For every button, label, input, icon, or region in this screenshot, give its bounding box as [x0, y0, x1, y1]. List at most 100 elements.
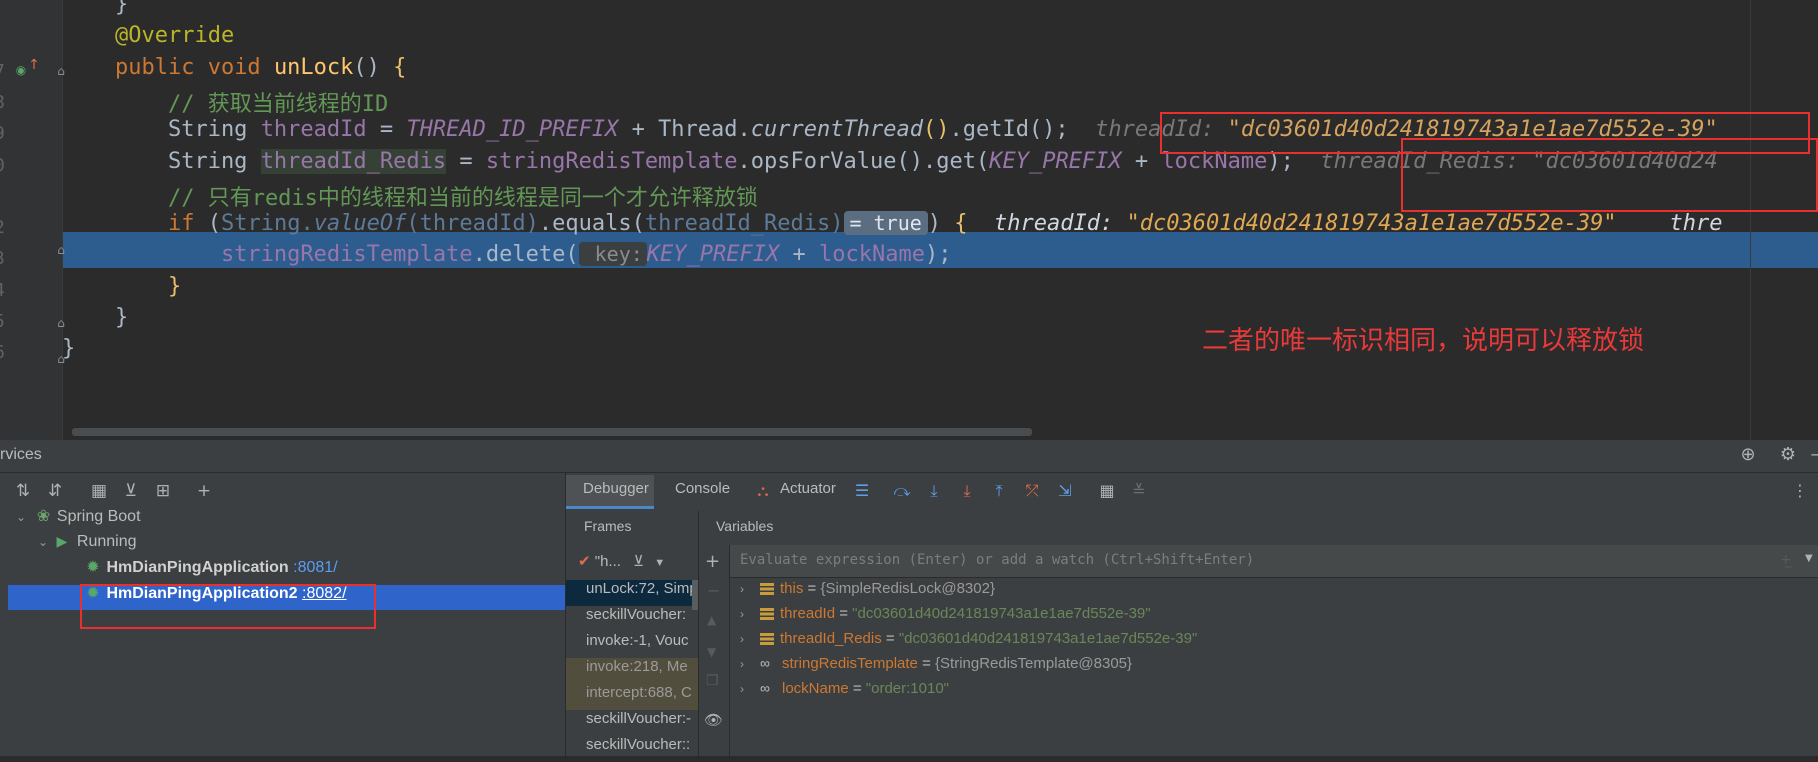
- field-icon: [760, 608, 774, 621]
- new-tab-icon[interactable]: ⊞: [152, 480, 174, 502]
- fold-if-icon[interactable]: ⌂: [54, 243, 68, 257]
- more-icon[interactable]: ⋮: [1790, 481, 1810, 501]
- variable-row[interactable]: › threadId_Redis = "dc03601d40d241819743a…: [740, 630, 1197, 655]
- frame-item[interactable]: seckillVoucher::: [566, 736, 698, 762]
- drop-frame-icon[interactable]: ⤱: [1022, 481, 1042, 501]
- code-token: ): [927, 211, 955, 237]
- step-over-icon[interactable]: ⤼: [892, 481, 912, 501]
- minimize-icon[interactable]: –: [1804, 444, 1818, 466]
- code-token: threadId:: [967, 211, 1127, 237]
- code-token: .delete(: [472, 242, 579, 268]
- code-token: }: [62, 273, 182, 299]
- fold-end-method-icon[interactable]: ⌂: [54, 352, 68, 366]
- frame-item[interactable]: invoke:218, Me: [566, 658, 698, 684]
- chevron-right-icon[interactable]: ›: [740, 682, 760, 696]
- variable-name: stringRedisTemplate: [782, 655, 918, 672]
- add-service-icon[interactable]: +: [193, 480, 215, 502]
- code-token: + Thread.: [618, 117, 751, 143]
- red-highlight-box-app2: [80, 584, 376, 629]
- code-token: stringRedisTemplate: [485, 148, 738, 174]
- equals-sign: =: [917, 655, 936, 672]
- variable-row[interactable]: › ∞ lockName = "order:1010": [740, 680, 949, 705]
- expand-all-icon[interactable]: ⇅: [12, 480, 34, 502]
- chevron-right-icon[interactable]: ›: [740, 607, 760, 621]
- variable-row[interactable]: › threadId = "dc03601d40d241819743a1e1ae7…: [740, 605, 1151, 630]
- thread-selector[interactable]: ✔ "h... ⊻ ▼: [578, 552, 665, 574]
- code-token: +: [1121, 148, 1162, 174]
- evaluate-expression-bar[interactable]: Evaluate expression (Enter) or add a wat…: [730, 545, 1818, 578]
- tree-node-spring-boot[interactable]: ⌄ ❀ Spring Boot: [16, 508, 141, 533]
- code-token: (: [406, 211, 420, 237]
- line-number: 7: [0, 61, 8, 82]
- variable-row[interactable]: › ∞ stringRedisTemplate = {StringRedisTemp…: [740, 655, 1132, 680]
- watch-eye-icon[interactable]: 👁: [704, 711, 723, 729]
- tab-debugger[interactable]: Debugger: [583, 480, 649, 504]
- frame-item[interactable]: seckillVoucher:-: [566, 710, 698, 736]
- line-number: 2: [0, 217, 8, 238]
- move-up-icon[interactable]: ▲: [707, 613, 716, 627]
- services-title: rvices: [0, 446, 42, 463]
- add-watch-small-icon[interactable]: +̲: [1780, 552, 1792, 568]
- trace-stream-icon[interactable]: ≚: [1129, 481, 1149, 501]
- horizontal-scrollbar[interactable]: [72, 428, 1032, 436]
- watch-oo-icon: ∞: [760, 655, 770, 671]
- code-token: );: [924, 242, 952, 268]
- variable-row[interactable]: › this = {SimpleRedisLock@8302}: [740, 580, 995, 605]
- debugger-tab-underline: [566, 506, 654, 509]
- frame-item[interactable]: unLock:72, Simp: [566, 580, 698, 606]
- code-editor[interactable]: } @Override7 public void unLock() {8 // …: [0, 0, 1818, 440]
- fold-end-icon[interactable]: ⌂: [54, 316, 68, 330]
- step-into-icon[interactable]: ⤓: [924, 481, 944, 501]
- step-out-icon[interactable]: ⤒: [989, 481, 1009, 501]
- code-line[interactable]: stringRedisTemplate.delete( key: KEY_PREF…: [62, 242, 951, 278]
- filter-icon[interactable]: ⊻: [633, 553, 644, 570]
- collapse-all-icon[interactable]: ⇵: [44, 480, 66, 502]
- chevron-down-icon[interactable]: ⌄: [38, 535, 52, 549]
- group-by-icon[interactable]: ▦: [88, 480, 110, 502]
- variables-side-toolbar: + − ▲ ▼ ❐ 👁: [699, 545, 730, 756]
- fold-method-icon[interactable]: ⌂: [54, 64, 68, 78]
- override-marker-icon[interactable]: ◉: [14, 63, 28, 77]
- services-header: rvices ⊕ ⚙ –: [0, 440, 1818, 473]
- tab-actuator[interactable]: Actuator: [780, 480, 836, 504]
- frame-item[interactable]: seckillVoucher:: [566, 606, 698, 632]
- code-token: =: [366, 117, 407, 143]
- tree-node-app-1[interactable]: ✹ HmDianPingApplication :8081/: [84, 559, 337, 584]
- move-down-icon[interactable]: ▼: [707, 645, 716, 659]
- add-watch-icon[interactable]: +: [705, 551, 720, 572]
- crosshair-icon[interactable]: ⊕: [1737, 444, 1759, 466]
- evaluate-expression-icon[interactable]: ▦: [1097, 481, 1117, 501]
- code-token: ): [525, 211, 539, 237]
- chevron-down-icon[interactable]: ⌄: [16, 510, 30, 524]
- expand-arrow-icon[interactable]: ▼: [1805, 553, 1813, 564]
- tab-console[interactable]: Console: [675, 480, 730, 504]
- tree-node-running[interactable]: ⌄ ▶ Running: [38, 533, 137, 558]
- remove-watch-icon[interactable]: −: [707, 581, 720, 600]
- chevron-right-icon[interactable]: ›: [740, 632, 760, 646]
- actuator-icon: ⛬: [757, 481, 769, 500]
- equals-sign: =: [848, 680, 866, 697]
- variables-title: Variables: [716, 518, 774, 534]
- run-to-cursor-icon[interactable]: ⇲: [1055, 481, 1075, 501]
- code-token: (): [922, 117, 950, 143]
- app-port-link[interactable]: :8081/: [293, 559, 337, 576]
- code-token: threadId: [260, 117, 367, 143]
- line-number: 5: [0, 311, 8, 332]
- chevron-right-icon[interactable]: ›: [740, 582, 760, 596]
- force-step-into-icon[interactable]: ⤓: [957, 481, 977, 501]
- chevron-right-icon[interactable]: ›: [740, 657, 760, 671]
- frame-item[interactable]: invoke:-1, Vouc: [566, 632, 698, 658]
- code-token: +: [779, 242, 819, 268]
- code-token: // 获取当前线程的ID: [62, 91, 389, 117]
- implements-up-arrow-icon[interactable]: ↑: [27, 58, 41, 72]
- dropdown-arrow-icon[interactable]: ▼: [654, 557, 665, 569]
- thread-selector-value: "h...: [594, 553, 621, 570]
- equals-sign: =: [803, 580, 821, 597]
- frame-item[interactable]: intercept:688, C: [566, 684, 698, 710]
- duplicate-icon[interactable]: ❐: [706, 673, 719, 689]
- code-token: unLock: [273, 54, 354, 80]
- filter-icon[interactable]: ⊻: [120, 480, 142, 502]
- evaluate-input[interactable]: Evaluate expression (Enter) or add a wat…: [740, 552, 1254, 568]
- gear-icon[interactable]: ⚙: [1777, 444, 1799, 466]
- frames-layout-icon[interactable]: ☰: [852, 481, 872, 501]
